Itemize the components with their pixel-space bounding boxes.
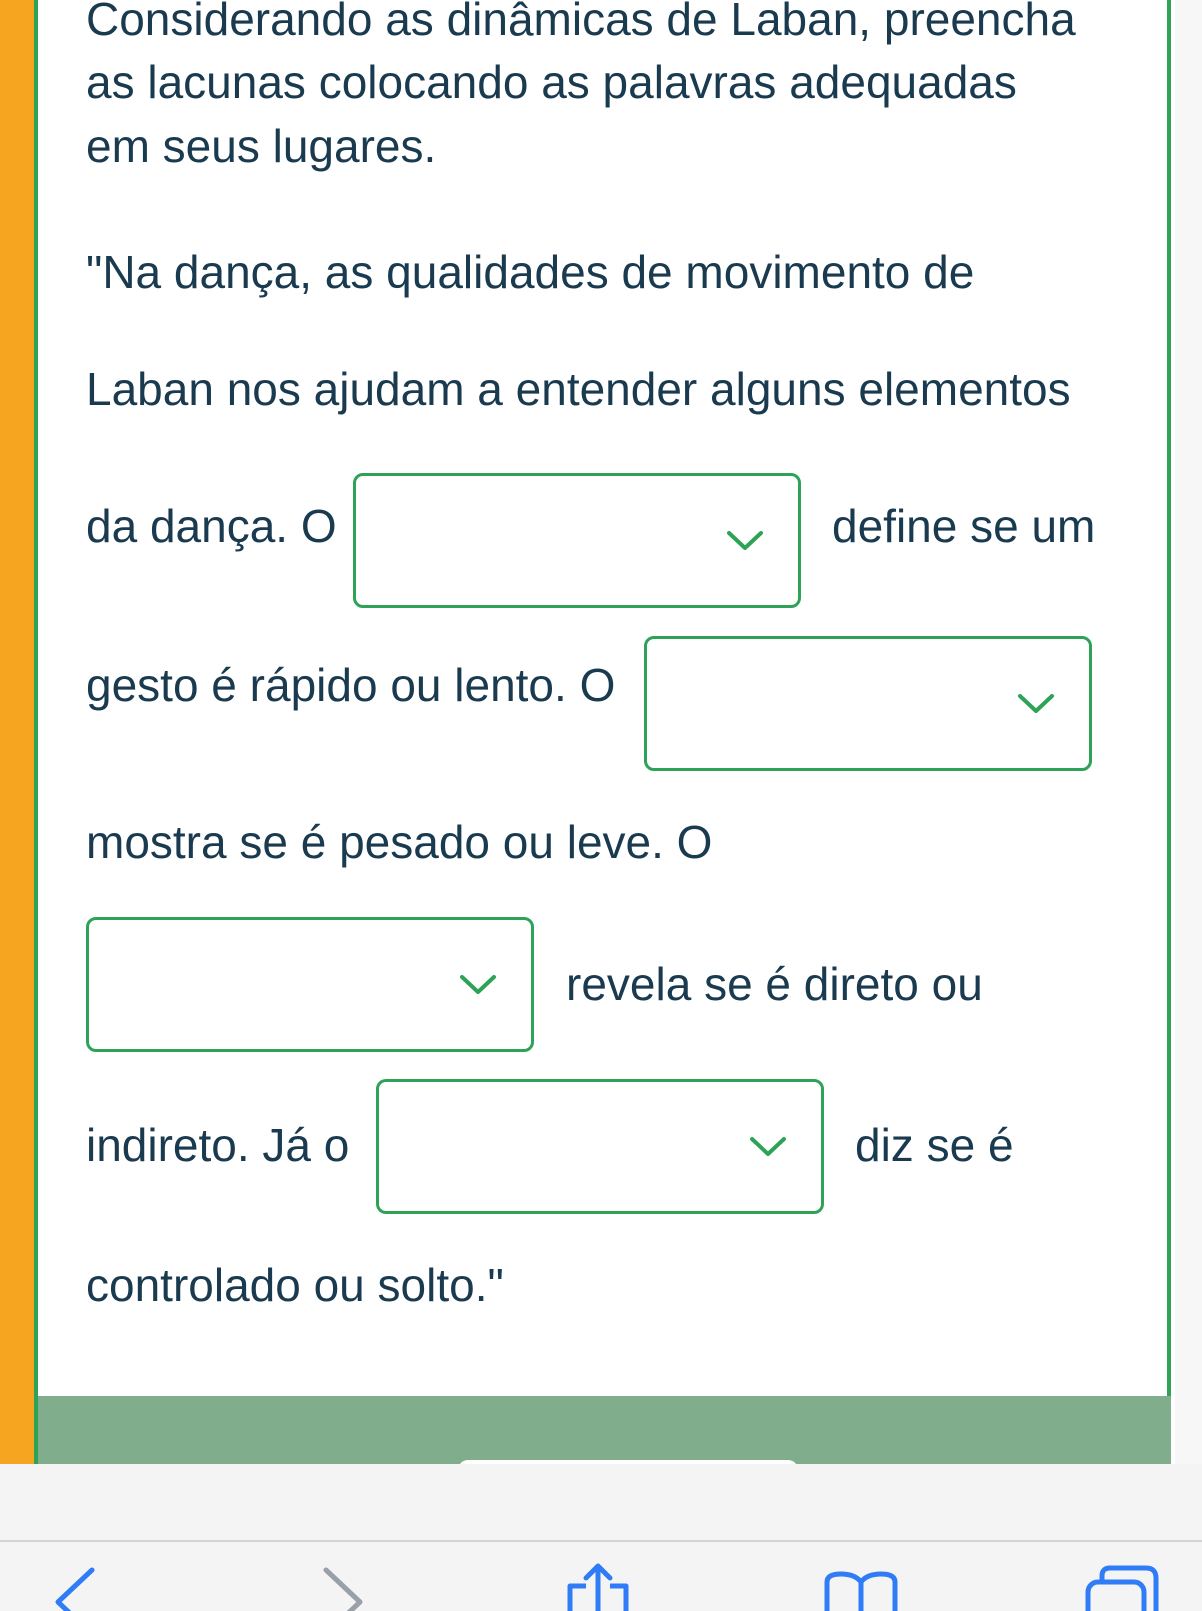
browser-toolbar bbox=[0, 1464, 1202, 1611]
footer-bar bbox=[38, 1396, 1171, 1470]
back-button[interactable] bbox=[44, 1562, 124, 1611]
passage-line-4-before: gesto é rápido ou lento. O bbox=[86, 659, 616, 711]
forward-button[interactable] bbox=[318, 1562, 398, 1611]
left-accent-strip bbox=[0, 0, 34, 1464]
bookmarks-icon bbox=[824, 1571, 898, 1611]
passage-line-5: mostra se é pesado ou leve. O bbox=[86, 816, 713, 868]
passage-line-2: Laban nos ajudam a entender alguns eleme… bbox=[86, 363, 1071, 415]
chevron-down-icon bbox=[750, 1136, 786, 1156]
back-icon bbox=[55, 1567, 95, 1611]
passage-line-6-after: revela se é direto ou bbox=[566, 958, 983, 1010]
instruction-line-3: em seus lugares. bbox=[86, 120, 437, 172]
chevron-down-icon bbox=[727, 530, 763, 550]
bookmarks-button[interactable] bbox=[821, 1562, 901, 1611]
instruction-line-1: Considerando as dinâmicas de Laban, pree… bbox=[86, 0, 1076, 45]
passage-line-8: controlado ou solto." bbox=[86, 1259, 504, 1311]
share-button[interactable] bbox=[558, 1562, 638, 1611]
forward-icon bbox=[323, 1567, 363, 1611]
passage-line-3-before: da dança. O bbox=[86, 500, 337, 552]
passage-line-3-after: define se um bbox=[832, 500, 1096, 552]
instruction-line-2: as lacunas colocando as palavras adequad… bbox=[86, 56, 1017, 108]
toolbar-divider bbox=[0, 1540, 1202, 1542]
blank-dropdown-4[interactable] bbox=[376, 1079, 824, 1214]
tabs-icon bbox=[1085, 1565, 1159, 1611]
chevron-down-icon bbox=[460, 974, 496, 994]
chevron-down-icon bbox=[1018, 693, 1054, 713]
tabs-button[interactable] bbox=[1084, 1562, 1164, 1611]
blank-dropdown-3[interactable] bbox=[86, 917, 534, 1052]
blank-dropdown-2[interactable] bbox=[644, 636, 1092, 771]
share-icon bbox=[567, 1563, 629, 1611]
passage-line-7-before: indireto. Já o bbox=[86, 1119, 350, 1171]
right-margin bbox=[1175, 0, 1202, 1464]
blank-dropdown-1[interactable] bbox=[353, 473, 801, 608]
passage-line-1: "Na dança, as qualidades de movimento de bbox=[86, 246, 975, 298]
passage-line-7-after: diz se é bbox=[855, 1119, 1014, 1171]
